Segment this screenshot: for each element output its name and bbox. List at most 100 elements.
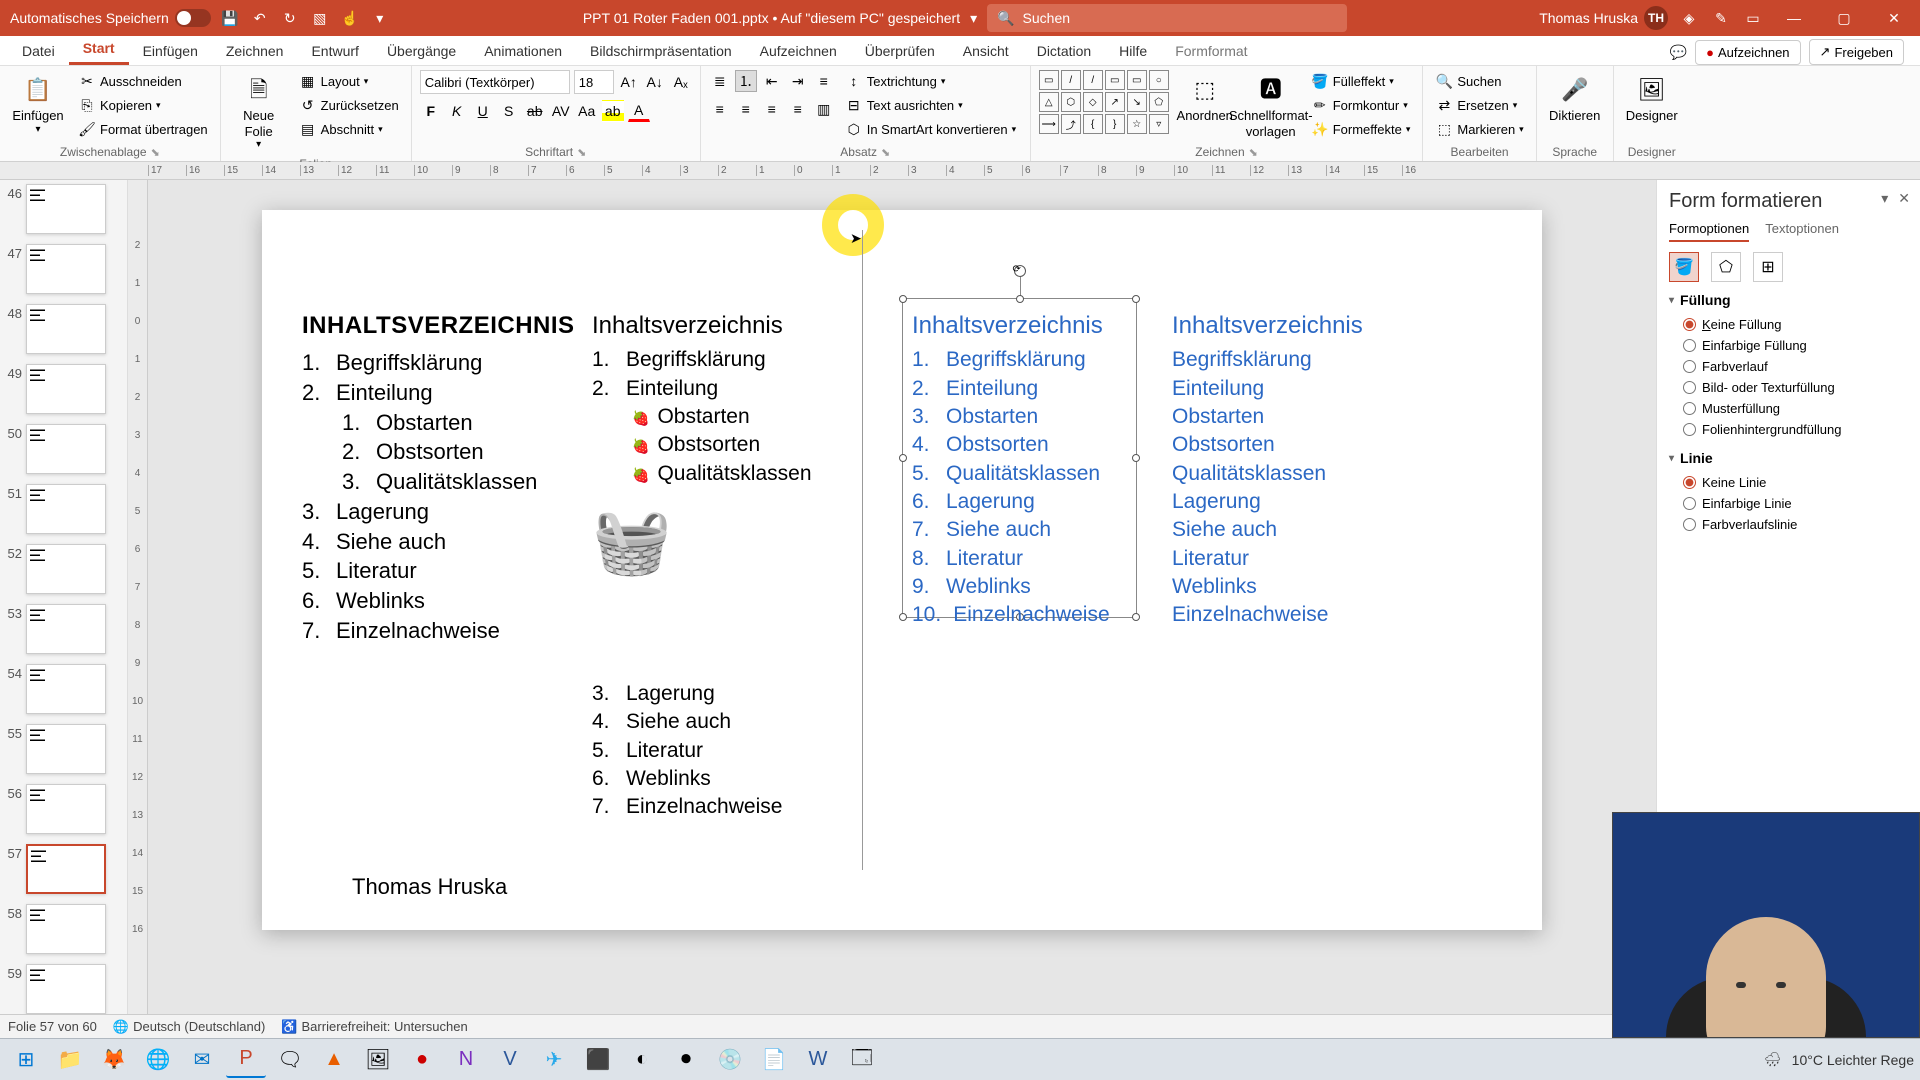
minimize-button[interactable]: —	[1774, 0, 1814, 36]
columns-button[interactable]: ▥	[813, 98, 835, 120]
thumb-49[interactable]: 49▬▬▬▬▬▬▬▬	[4, 364, 123, 414]
thumb-56[interactable]: 56▬▬▬▬▬▬▬▬	[4, 784, 123, 834]
textbox-col1[interactable]: INHALTSVERZEICHNIS 1.Begriffsklärung2.Ei…	[302, 310, 582, 645]
user-badge[interactable]: Thomas Hruska TH	[1539, 6, 1668, 30]
reset-button[interactable]: ↺Zurücksetzen	[295, 94, 403, 116]
tab-textoptions[interactable]: Textoptionen	[1765, 221, 1839, 242]
smartart-button[interactable]: ⬡In SmartArt konvertieren▾	[841, 118, 1020, 140]
redo-icon[interactable]: ↻	[279, 7, 301, 29]
tab-datei[interactable]: Datei	[8, 37, 69, 65]
tab-formformat[interactable]: Formformat	[1161, 37, 1261, 65]
tab-start[interactable]: Start	[69, 34, 129, 65]
tab-formoptions[interactable]: Formoptionen	[1669, 221, 1749, 242]
numbering-button[interactable]: ⒈	[735, 70, 757, 92]
font-family-select[interactable]	[420, 70, 570, 94]
tab-ueberpruefen[interactable]: Überprüfen	[851, 37, 949, 65]
sel-handle-nw[interactable]	[899, 295, 907, 303]
ribbon-mode-icon[interactable]: ▭	[1742, 7, 1764, 29]
fill-section-header[interactable]: Füllung	[1669, 292, 1908, 308]
highlight-button[interactable]: ab	[602, 100, 624, 122]
fill-line-icon[interactable]: 🪣	[1669, 252, 1699, 282]
search-input[interactable]	[1023, 10, 1338, 26]
thumb-46[interactable]: 46▬▬▬▬▬▬▬▬	[4, 184, 123, 234]
align-right-button[interactable]: ≡	[761, 98, 783, 120]
app-icon-2[interactable]: 🖼	[358, 1042, 398, 1078]
fill-picture-radio[interactable]: Bild- oder Texturfüllung	[1669, 377, 1908, 398]
tab-animationen[interactable]: Animationen	[470, 37, 576, 65]
effects-icon[interactable]: ⬠	[1711, 252, 1741, 282]
diamond-icon[interactable]: ◈	[1678, 7, 1700, 29]
shape-effects-button[interactable]: ✨Formeffekte▾	[1307, 118, 1415, 140]
record-button[interactable]: ●Aufzeichnen	[1695, 40, 1800, 65]
fill-gradient-radio[interactable]: Farbverlauf	[1669, 356, 1908, 377]
tab-uebergaenge[interactable]: Übergänge	[373, 37, 470, 65]
align-left-button[interactable]: ≡	[709, 98, 731, 120]
align-text-button[interactable]: ⊟Text ausrichten▾	[841, 94, 1020, 116]
shape-outline-button[interactable]: ✏Formkontur▾	[1307, 94, 1415, 116]
onenote-icon[interactable]: N	[446, 1042, 486, 1078]
title-dropdown-icon[interactable]: ▾	[970, 10, 977, 27]
pen-icon[interactable]: ✎	[1710, 7, 1732, 29]
decrease-font-icon[interactable]: A↓	[644, 71, 666, 93]
tab-entwurf[interactable]: Entwurf	[297, 37, 372, 65]
tab-bildschirm[interactable]: Bildschirmpräsentation	[576, 37, 746, 65]
status-lang[interactable]: 🌐 Deutsch (Deutschland)	[113, 1019, 265, 1035]
clipboard-launcher[interactable]: ⬊	[151, 146, 160, 159]
select-button[interactable]: ⬚Markieren▾	[1431, 118, 1527, 140]
bullets-button[interactable]: ≣	[709, 70, 731, 92]
system-tray[interactable]: 🌧 10°C Leichter Rege	[1764, 1051, 1914, 1068]
strike-button[interactable]: ab	[524, 100, 546, 122]
pane-close-icon[interactable]: ✕	[1898, 190, 1910, 207]
slideshow-icon[interactable]: ▧	[309, 7, 331, 29]
textbox-col2[interactable]: Inhaltsverzeichnis 1.Begriffsklärung2.Ei…	[592, 310, 852, 585]
textbox-col4[interactable]: Inhaltsverzeichnis BegriffsklärungEintei…	[1172, 310, 1372, 630]
save-icon[interactable]: 💾	[219, 7, 241, 29]
align-center-button[interactable]: ≡	[735, 98, 757, 120]
italic-button[interactable]: K	[446, 100, 468, 122]
thumb-53[interactable]: 53▬▬▬▬▬▬▬▬	[4, 604, 123, 654]
thumb-48[interactable]: 48▬▬▬▬▬▬▬▬	[4, 304, 123, 354]
sel-handle-n[interactable]	[1016, 295, 1024, 303]
firefox-icon[interactable]: 🦊	[94, 1042, 134, 1078]
size-icon[interactable]: ⊞	[1753, 252, 1783, 282]
thumb-59[interactable]: 59▬▬▬▬▬▬▬▬	[4, 964, 123, 1014]
slide-canvas[interactable]: ➤ INHALTSVERZEICHNIS 1.Begriffsklärung2.…	[148, 180, 1656, 1014]
touch-icon[interactable]: ☝	[339, 7, 361, 29]
toggle-switch[interactable]	[175, 9, 211, 27]
text-direction-button[interactable]: ↕Textrichtung▾	[841, 70, 1020, 92]
tab-dictation[interactable]: Dictation	[1023, 37, 1105, 65]
visio-icon[interactable]: V	[490, 1042, 530, 1078]
fill-pattern-radio[interactable]: Musterfüllung	[1669, 398, 1908, 419]
comments-icon[interactable]: 💬	[1670, 44, 1687, 61]
indent-inc-button[interactable]: ⇥	[787, 70, 809, 92]
share-button[interactable]: ↗Freigeben	[1809, 39, 1904, 65]
app-icon-9[interactable]: 🗔	[842, 1042, 882, 1078]
slide-thumbnails[interactable]: 46▬▬▬▬▬▬▬▬ 47▬▬▬▬▬▬▬▬ 48▬▬▬▬▬▬▬▬ 49▬▬▬▬▬▬▬▬…	[0, 180, 128, 1014]
arrange-button[interactable]: ⬚Anordnen	[1175, 70, 1235, 128]
designer-button[interactable]: 🖼Designer	[1622, 70, 1682, 128]
autosave-toggle[interactable]: Automatisches Speichern	[10, 9, 211, 27]
increase-font-icon[interactable]: A↑	[618, 71, 640, 93]
powerpoint-icon[interactable]: P	[226, 1042, 266, 1078]
line-none-radio[interactable]: Keine Linie	[1669, 472, 1908, 493]
find-button[interactable]: 🔍Suchen	[1431, 70, 1527, 92]
thumb-55[interactable]: 55▬▬▬▬▬▬▬▬	[4, 724, 123, 774]
app-icon-3[interactable]: ●	[402, 1042, 442, 1078]
thumb-58[interactable]: 58▬▬▬▬▬▬▬▬	[4, 904, 123, 954]
app-icon-6[interactable]: ⏺	[666, 1042, 706, 1078]
chrome-icon[interactable]: 🌐	[138, 1042, 178, 1078]
layout-button[interactable]: ▦Layout▾	[295, 70, 403, 92]
start-icon[interactable]: ⊞	[6, 1042, 46, 1078]
paste-button[interactable]: 📋Einfügen▾	[8, 70, 68, 140]
thumb-52[interactable]: 52▬▬▬▬▬▬▬▬	[4, 544, 123, 594]
thumb-47[interactable]: 47▬▬▬▬▬▬▬▬	[4, 244, 123, 294]
line-solid-radio[interactable]: Einfarbige Linie	[1669, 493, 1908, 514]
status-accessibility[interactable]: ♿ Barrierefreiheit: Untersuchen	[281, 1019, 467, 1035]
close-button[interactable]: ✕	[1874, 0, 1914, 36]
app-icon-5[interactable]: ◐	[622, 1042, 662, 1078]
thumb-51[interactable]: 51▬▬▬▬▬▬▬▬	[4, 484, 123, 534]
fill-solid-radio[interactable]: Einfarbige Füllung	[1669, 335, 1908, 356]
thumb-50[interactable]: 50▬▬▬▬▬▬▬▬	[4, 424, 123, 474]
dictate-button[interactable]: 🎤Diktieren	[1545, 70, 1605, 128]
new-slide-button[interactable]: 🗎Neue Folie▾	[229, 70, 289, 155]
